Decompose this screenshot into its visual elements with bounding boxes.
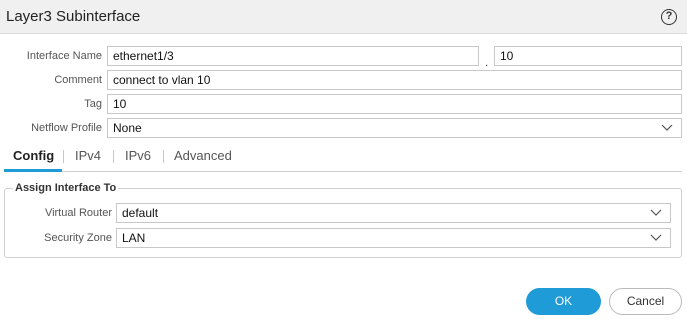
interface-name-label: Interface Name	[26, 50, 102, 62]
help-icon[interactable]: ?	[661, 9, 677, 25]
netflow-profile-value: None	[113, 121, 142, 135]
comment-input[interactable]: connect to vlan 10	[107, 70, 682, 90]
tab-divider	[163, 150, 164, 163]
tab-ipv6[interactable]: IPv6	[125, 148, 151, 163]
tab-ipv4[interactable]: IPv4	[75, 148, 101, 163]
virtual-router-value: default	[122, 206, 159, 220]
dialog-title: Layer3 Subinterface	[6, 8, 141, 25]
netflow-profile-select[interactable]: None	[107, 118, 682, 138]
tab-divider	[63, 150, 64, 163]
comment-label: Comment	[54, 74, 102, 86]
active-tab-indicator	[4, 169, 62, 172]
tab-divider	[113, 150, 114, 163]
tab-config[interactable]: Config	[13, 148, 54, 163]
security-zone-label: Security Zone	[44, 232, 112, 244]
chevron-down-icon	[661, 124, 673, 131]
netflow-profile-label: Netflow Profile	[31, 122, 102, 134]
interface-name-input[interactable]: ethernet1/3	[107, 46, 479, 66]
dialog-titlebar: Layer3 Subinterface ?	[0, 0, 687, 34]
security-zone-value: LAN	[122, 231, 146, 245]
interface-name-separator: .	[485, 55, 489, 69]
virtual-router-label: Virtual Router	[44, 207, 112, 219]
chevron-down-icon	[650, 234, 662, 241]
virtual-router-select[interactable]: default	[116, 203, 671, 223]
subinterface-number-input[interactable]: 10	[494, 46, 682, 66]
tag-label: Tag	[84, 98, 102, 110]
security-zone-select[interactable]: LAN	[116, 228, 671, 248]
tab-bar: Config IPv4 IPv6 Advanced	[4, 146, 682, 172]
tab-advanced[interactable]: Advanced	[174, 148, 232, 163]
chevron-down-icon	[650, 209, 662, 216]
assign-interface-legend: Assign Interface To	[13, 182, 119, 194]
cancel-button[interactable]: Cancel	[609, 288, 682, 315]
tag-input[interactable]: 10	[107, 94, 682, 114]
ok-button[interactable]: OK	[526, 288, 601, 315]
